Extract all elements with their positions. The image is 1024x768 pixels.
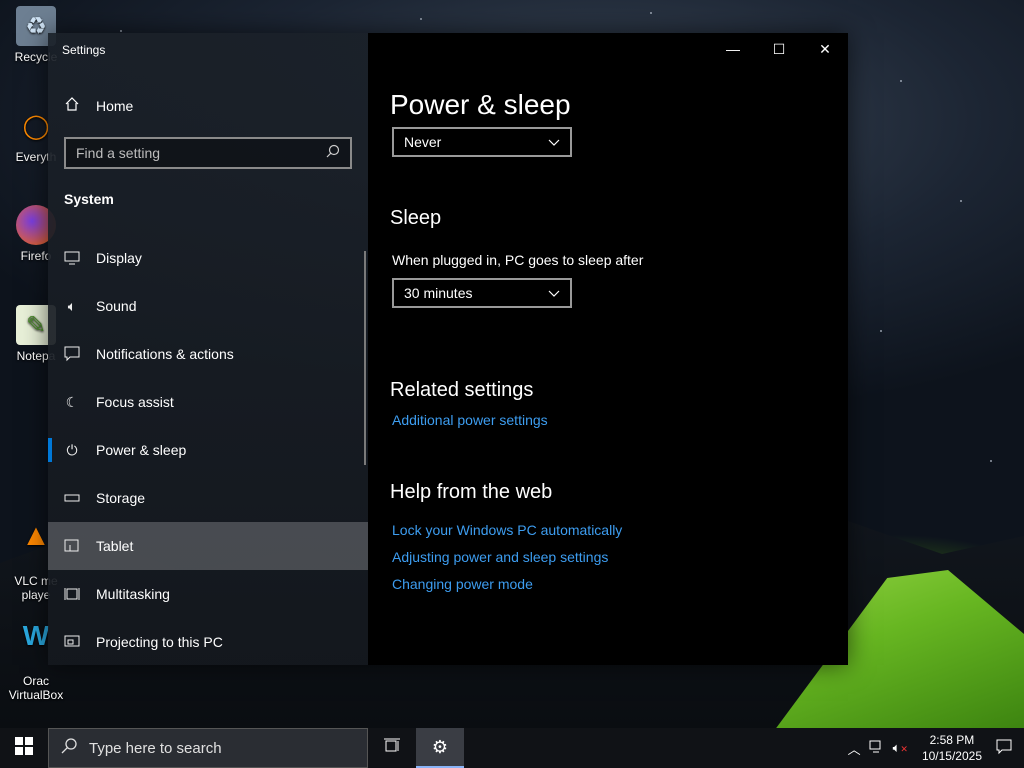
chevron-down-icon xyxy=(548,285,560,301)
sidebar-item-label: Tablet xyxy=(96,538,134,554)
storage-icon xyxy=(64,490,80,506)
clock-date: 10/15/2025 xyxy=(921,749,982,763)
sidebar-item-storage[interactable]: Storage xyxy=(48,474,368,522)
network-icon[interactable] xyxy=(869,740,885,757)
sidebar-item-focus-assist[interactable]: ☾ Focus assist xyxy=(48,378,368,426)
chevron-down-icon xyxy=(548,134,560,150)
speaker-icon: 🔈︎ xyxy=(67,297,77,314)
sidebar-item-tablet[interactable]: Tablet xyxy=(48,522,368,570)
windows-logo-icon xyxy=(15,736,33,760)
screen-timeout-dropdown[interactable]: Never xyxy=(392,127,572,157)
task-view-icon xyxy=(383,738,401,759)
sleep-plugged-in-label: When plugged in, PC goes to sleep after xyxy=(392,252,644,268)
moon-icon: ☾ xyxy=(65,393,79,410)
sleep-timeout-dropdown[interactable]: 30 minutes xyxy=(392,278,572,308)
home-icon xyxy=(64,96,80,115)
system-tray: ︿ 🔈︎✕ 2:58 PM 10/15/2025 xyxy=(848,728,1024,768)
home-label: Home xyxy=(96,97,134,114)
sidebar-item-label: Focus assist xyxy=(96,394,174,410)
sidebar-item-label: Notifications & actions xyxy=(96,346,234,362)
taskbar: Type here to search ⚙ ︿ 🔈︎✕ 2:58 PM 10/1… xyxy=(0,728,1024,768)
sidebar-item-label: Storage xyxy=(96,490,146,506)
find-setting-input[interactable] xyxy=(76,145,316,161)
link-additional-power-settings[interactable]: Additional power settings xyxy=(392,412,548,428)
chevron-up-icon[interactable]: ︿ xyxy=(848,739,861,758)
notifications-icon xyxy=(64,346,80,362)
close-button[interactable]: ✕ xyxy=(802,33,848,65)
help-from-web-heading: Help from the web xyxy=(390,481,553,503)
sidebar-item-label: Sound xyxy=(96,298,137,314)
sidebar-item-power-sleep[interactable]: ⏻ Power & sleep xyxy=(48,426,368,474)
window-title: Settings xyxy=(62,43,106,57)
power-icon: ⏻ xyxy=(66,441,78,458)
desktop-icon-label: Orac VirtualBox xyxy=(8,674,64,702)
sidebar-item-label: Projecting to this PC xyxy=(96,634,223,650)
start-button[interactable] xyxy=(0,728,48,768)
link-changing-power-mode[interactable]: Changing power mode xyxy=(392,576,533,592)
window-controls: — ☐ ✕ xyxy=(710,33,848,65)
gear-icon: ⚙ xyxy=(431,736,449,757)
volume-muted-icon[interactable]: 🔈︎✕ xyxy=(893,740,908,756)
clock-time: 2:58 PM xyxy=(929,733,975,747)
sidebar-item-label: Power & sleep xyxy=(96,442,187,458)
sidebar-item-label: Multitasking xyxy=(96,586,170,602)
multitasking-icon xyxy=(64,586,80,602)
related-settings-heading: Related settings xyxy=(390,379,534,401)
minimize-button[interactable]: — xyxy=(710,33,756,65)
home-nav-item[interactable]: Home xyxy=(64,96,133,115)
desktop-icon-label: Firefo xyxy=(20,249,52,263)
search-icon xyxy=(61,738,77,758)
sidebar-item-display[interactable]: Display xyxy=(48,234,368,282)
sidebar-scrollbar[interactable] xyxy=(364,251,366,465)
search-icon xyxy=(326,144,340,163)
find-setting-search-box[interactable] xyxy=(64,137,352,169)
sleep-heading: Sleep xyxy=(390,207,442,229)
action-center-icon[interactable] xyxy=(996,739,1012,758)
settings-window: Settings Home System Display 🔈︎ Sound xyxy=(48,33,848,665)
link-adjusting-power-sleep[interactable]: Adjusting power and sleep settings xyxy=(392,549,608,565)
dropdown-value: Never xyxy=(404,134,442,150)
sidebar-item-sound[interactable]: 🔈︎ Sound xyxy=(48,282,368,330)
taskbar-search-placeholder: Type here to search xyxy=(89,739,222,757)
maximize-button[interactable]: ☐ xyxy=(756,33,802,65)
projecting-icon xyxy=(64,634,80,650)
sidebar-item-label: Display xyxy=(96,250,142,266)
sidebar-item-multitasking[interactable]: Multitasking xyxy=(48,570,368,618)
settings-sidebar: Settings Home System Display 🔈︎ Sound xyxy=(48,33,368,665)
taskbar-clock[interactable]: 2:58 PM 10/15/2025 xyxy=(916,732,988,764)
page-title: Power & sleep xyxy=(390,89,571,120)
tablet-icon xyxy=(64,538,80,554)
dropdown-value: 30 minutes xyxy=(404,285,473,301)
settings-main-pane: — ☐ ✕ Power & sleep Never Sleep When plu… xyxy=(368,33,848,665)
section-label-system: System xyxy=(64,191,114,207)
task-view-button[interactable] xyxy=(368,728,416,768)
taskbar-search-box[interactable]: Type here to search xyxy=(48,728,368,768)
link-lock-windows-pc[interactable]: Lock your Windows PC automatically xyxy=(392,522,622,538)
system-nav-list: Display 🔈︎ Sound Notifications & actions… xyxy=(48,234,368,666)
sidebar-item-projecting[interactable]: Projecting to this PC xyxy=(48,618,368,666)
display-icon xyxy=(64,250,80,266)
taskbar-settings-app[interactable]: ⚙ xyxy=(416,728,464,768)
sidebar-item-notifications[interactable]: Notifications & actions xyxy=(48,330,368,378)
